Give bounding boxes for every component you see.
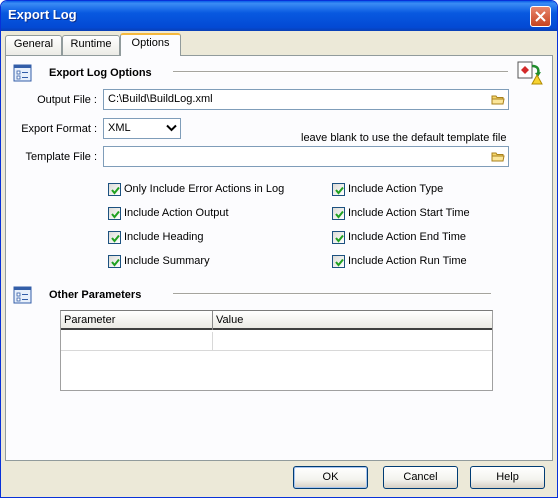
close-icon (535, 11, 546, 22)
checkbox-label: Include Heading (124, 231, 204, 243)
checkbox-label: Include Action Output (124, 207, 229, 219)
export-format-label: Export Format : (21, 123, 97, 135)
export-options-title: Export Log Options (49, 67, 152, 79)
checkbox-box[interactable] (332, 255, 345, 268)
options-panel (5, 55, 553, 461)
checkbox-box[interactable] (332, 231, 345, 244)
checkbox-label: Include Action Start Time (348, 207, 470, 219)
options-section-icon (13, 64, 32, 82)
checkbox-box[interactable] (108, 207, 121, 220)
close-button[interactable] (530, 6, 551, 27)
export-log-dialog: Export Log General Runtime Options Expor… (0, 0, 558, 498)
checkbox-label: Include Action End Time (348, 231, 467, 243)
export-format-value: XML (108, 122, 131, 134)
grid-header: Parameter Value (61, 311, 492, 330)
column-separator (212, 311, 213, 330)
template-file-label: Template File : (25, 151, 97, 163)
checkmark-icon (111, 186, 120, 195)
output-file-value: C:\Build\BuildLog.xml (108, 93, 213, 105)
output-file-field[interactable]: C:\Build\BuildLog.xml (103, 89, 509, 110)
checkbox-label: Include Action Run Time (348, 255, 467, 267)
cancel-button[interactable]: Cancel (383, 466, 458, 489)
tab-general-label: General (13, 38, 54, 50)
tab-options[interactable]: Options (120, 33, 181, 56)
parameters-section-icon (13, 286, 32, 304)
checkbox-label: Include Action Type (348, 183, 444, 195)
browse-folder-icon[interactable] (491, 150, 505, 162)
column-header-value[interactable]: Value (216, 314, 243, 326)
other-parameters-title: Other Parameters (49, 289, 142, 301)
export-wizard-icon (517, 61, 543, 85)
checkmark-icon (335, 186, 344, 195)
template-file-field[interactable] (103, 146, 509, 167)
checkmark-icon (111, 210, 120, 219)
column-header-parameter[interactable]: Parameter (64, 314, 115, 326)
checkbox-label: Include Summary (124, 255, 210, 267)
checkmark-icon (335, 210, 344, 219)
section-divider (173, 293, 491, 295)
checkbox-label: Only Include Error Actions in Log (124, 183, 285, 195)
checkbox-box[interactable] (108, 231, 121, 244)
window-title: Export Log (8, 7, 77, 22)
checkbox-box[interactable] (332, 183, 345, 196)
ok-button[interactable]: OK (293, 466, 368, 489)
export-format-select[interactable]: XML (103, 118, 181, 139)
table-row[interactable] (61, 332, 492, 351)
output-file-label: Output File : (37, 94, 97, 106)
tab-options-label: Options (131, 37, 170, 49)
checkmark-icon (335, 234, 344, 243)
parameter-cell[interactable] (61, 332, 213, 351)
checkbox-box[interactable] (108, 255, 121, 268)
tab-runtime[interactable]: Runtime (62, 35, 120, 55)
checkmark-icon (111, 258, 120, 267)
checkbox-box[interactable] (108, 183, 121, 196)
tab-general[interactable]: General (5, 35, 62, 55)
parameters-grid[interactable]: Parameter Value (60, 310, 493, 391)
browse-folder-icon[interactable] (491, 93, 505, 105)
checkbox-box[interactable] (332, 207, 345, 220)
section-divider (173, 71, 508, 73)
title-bar[interactable]: Export Log (1, 1, 557, 31)
checkmark-icon (335, 258, 344, 267)
template-hint: leave blank to use the default template … (301, 132, 507, 144)
chevron-down-icon (166, 124, 177, 132)
checkmark-icon (111, 234, 120, 243)
tab-runtime-label: Runtime (70, 38, 112, 50)
help-button[interactable]: Help (470, 466, 545, 489)
value-cell[interactable] (213, 332, 492, 351)
